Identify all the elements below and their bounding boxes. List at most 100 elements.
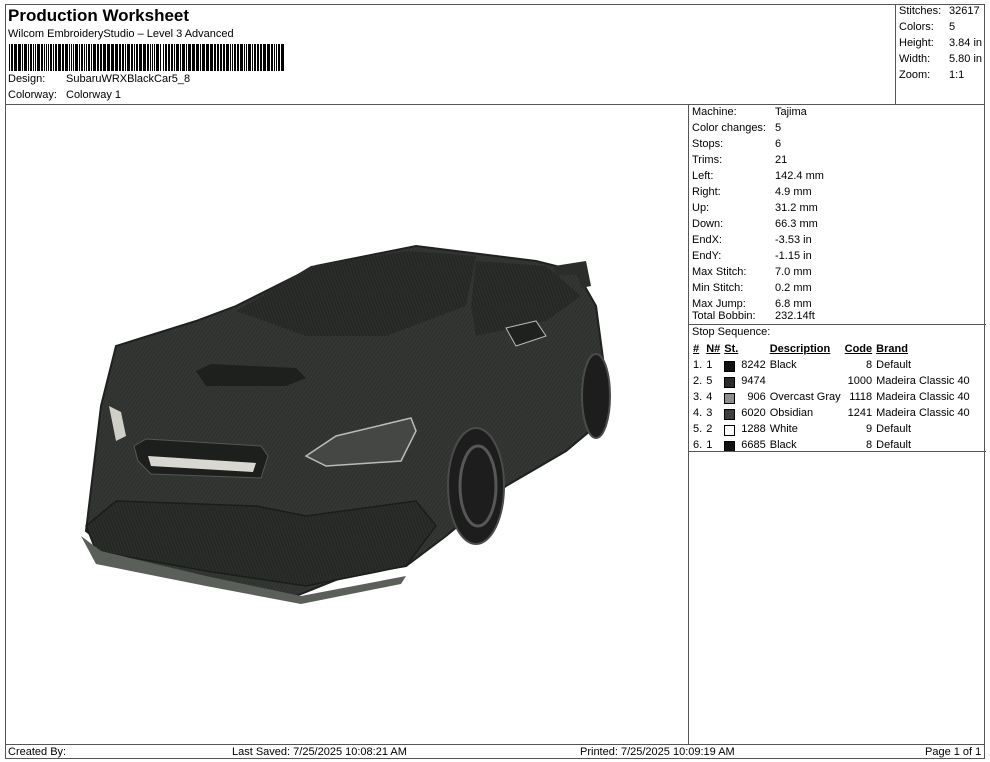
table-row: 3. 4 906 Overcast Gray 1118 Madeira Classic 4… (691, 389, 972, 405)
thread-brand: Default (876, 423, 911, 435)
printed-date: Printed: 7/25/2025 10:09:19 AM (580, 746, 735, 758)
barcode-bar (18, 44, 21, 71)
needle-number: 5 (706, 375, 713, 387)
color-swatch (724, 392, 736, 404)
barcode-bar (176, 44, 179, 71)
thread-description: Overcast Gray (769, 391, 841, 403)
thread-code: 8 (866, 359, 873, 371)
col-description: Description (769, 343, 831, 355)
barcode-bar (91, 44, 92, 71)
barcode-bar (196, 44, 199, 71)
barcode-bar (65, 44, 68, 71)
stitch-count: 8242 (741, 358, 766, 371)
stop-sequence-title: Stop Sequence: (692, 326, 771, 338)
color-swatch (724, 360, 736, 372)
barcode-bar (62, 44, 64, 71)
barcode-bar (260, 44, 262, 71)
summary-row: Height: 3.84 in (899, 37, 983, 49)
color-swatch (724, 424, 736, 436)
barcode-bar (267, 44, 270, 71)
barcode-bar (248, 44, 251, 71)
spec-row: Max Stitch: 7.0 mm (692, 266, 812, 278)
spec-row: Up: 31.2 mm (692, 202, 818, 214)
software-name: Wilcom EmbroideryStudio – Level 3 Advanc… (8, 28, 234, 40)
barcode-bar (100, 44, 102, 71)
barcode-bar (281, 44, 284, 71)
spec-row: Min Stitch: 0.2 mm (692, 282, 812, 294)
barcode-bar (119, 44, 121, 71)
barcode-bar (88, 44, 90, 71)
barcode-bar (93, 44, 96, 71)
summary-row: Colors: 5 (899, 21, 956, 33)
barcode-bar (278, 44, 280, 71)
summary-row: Stitches: 32617 (899, 5, 980, 17)
thread-brand: Default (876, 359, 911, 371)
barcode-bar (58, 44, 61, 71)
barcode-bar (55, 44, 57, 71)
barcode-bar (230, 44, 231, 71)
barcode-bar (97, 44, 99, 71)
table-row: 5. 2 1288 White 9 Default (691, 421, 972, 437)
summary-row: Width: 5.80 in (899, 53, 983, 65)
needle-number: 1 (706, 439, 713, 451)
colorway-label: Colorway: (8, 89, 57, 101)
barcode-bar (131, 44, 133, 71)
barcode-bar (125, 44, 126, 71)
barcode-bar (156, 44, 159, 71)
spec-row: Max Jump: 6.8 mm (692, 298, 812, 310)
table-row: 1. 1 8242 Black 8 Default (691, 357, 972, 373)
worksheet-footer: Created By: Last Saved: 7/25/2025 10:08:… (5, 744, 985, 759)
barcode-bar (9, 44, 10, 71)
row-number: 1. (693, 359, 703, 371)
thread-code: 9 (866, 423, 873, 435)
barcode-bar (14, 44, 17, 71)
thread-code: 1241 (847, 407, 873, 419)
thread-brand: Madeira Classic 40 (876, 407, 970, 419)
design-row: Design: SubaruWRXBlackCar5_8 (8, 73, 190, 85)
barcode-bar (84, 44, 85, 71)
rear-wheel (581, 353, 611, 439)
barcode-bar (81, 44, 83, 71)
barcode-bar (143, 44, 146, 71)
barcode-bar (234, 44, 236, 71)
col-needle: N# (706, 343, 721, 355)
barcode-bar (244, 44, 245, 71)
barcode-bar (28, 44, 29, 71)
barcode-bar (223, 44, 225, 71)
barcode-bar (127, 44, 130, 71)
barcode-bar (33, 44, 34, 71)
design-label: Design: (8, 73, 46, 85)
barcode-bar (271, 44, 273, 71)
summary-panel: Stitches: 32617 Colors: 5 Height: 3.84 in W… (895, 4, 985, 105)
barcode (9, 44, 284, 71)
barcode-bar (24, 44, 27, 71)
thread-brand: Madeira Classic 40 (876, 375, 970, 387)
barcode-bar (254, 44, 256, 71)
barcode-bar (163, 44, 164, 71)
barcode-bar (174, 44, 175, 71)
thread-brand: Madeira Classic 40 (876, 391, 970, 403)
barcode-bar (41, 44, 43, 71)
needle-number: 4 (706, 391, 713, 403)
front-bumper (85, 500, 437, 587)
last-saved: Last Saved: 7/25/2025 10:08:21 AM (232, 746, 407, 758)
table-row: 2. 5 9474 1000 Madeira Classic 40 (691, 373, 972, 389)
thread-description: Obsidian (769, 407, 814, 419)
barcode-bar (188, 44, 191, 71)
barcode-bar (186, 44, 187, 71)
barcode-bar (217, 44, 219, 71)
needle-number: 3 (706, 407, 713, 419)
barcode-bar (263, 44, 266, 71)
barcode-bar (210, 44, 213, 71)
thread-code: 1118 (849, 391, 873, 403)
barcode-bar (122, 44, 124, 71)
barcode-bar (226, 44, 229, 71)
specs-panel: Machine: Tajima Color changes: 5 Stops: 6 T… (688, 105, 986, 744)
barcode-bar (154, 44, 155, 71)
thread-code: 1000 (847, 375, 873, 387)
barcode-bar (35, 44, 36, 71)
col-code: Code (844, 343, 873, 355)
thread-description: Black (769, 359, 797, 371)
color-swatch (724, 440, 736, 452)
barcode-bar (220, 44, 222, 71)
